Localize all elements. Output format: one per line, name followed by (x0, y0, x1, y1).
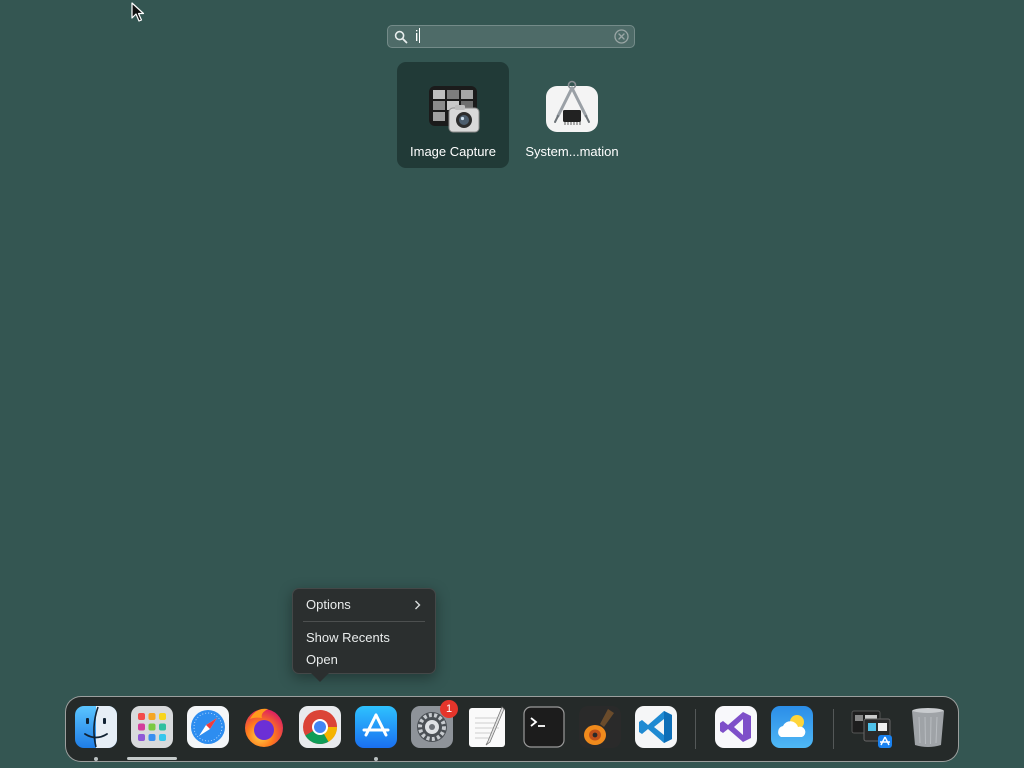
dock-vscode[interactable] (634, 705, 678, 749)
search-icon (394, 30, 408, 44)
terminal-icon (523, 706, 565, 748)
menu-item-open[interactable]: Open (306, 650, 425, 670)
garageband-guitar-icon (579, 706, 621, 748)
dock-launchpad[interactable] (130, 705, 174, 749)
safari-icon (187, 706, 229, 748)
dock-safari[interactable] (186, 705, 230, 749)
dock-garageband[interactable] (578, 705, 622, 749)
notification-badge: 1 (440, 700, 458, 718)
app-store-icon (355, 706, 397, 748)
running-indicator (374, 757, 378, 761)
dock-terminal[interactable] (522, 705, 566, 749)
dock-context-menu: Options Show Recents Open (292, 588, 436, 674)
launchpad-active-indicator (127, 757, 177, 760)
dock-divider (695, 709, 696, 749)
search-input[interactable]: i (415, 28, 421, 46)
running-indicator (94, 757, 98, 761)
menu-pointer (311, 673, 329, 682)
dock-textedit[interactable] (466, 705, 510, 749)
app-label: System...mation (525, 144, 619, 159)
downloads-folder-icon (851, 710, 892, 748)
app-tile-image-capture[interactable]: Image Capture (397, 62, 509, 168)
dock-app-store[interactable] (354, 705, 398, 749)
finder-icon (75, 706, 117, 748)
clear-search-icon[interactable] (614, 29, 629, 44)
menu-item-show-recents[interactable]: Show Recents (306, 628, 425, 648)
image-capture-icon (429, 86, 480, 133)
weather-icon (771, 706, 813, 748)
dock-finder[interactable] (74, 705, 118, 749)
launchpad-icon (131, 706, 173, 748)
system-information-icon (546, 80, 598, 132)
dock-trash[interactable] (906, 705, 950, 749)
textedit-icon (469, 706, 505, 747)
dock-weather[interactable] (770, 705, 814, 749)
chrome-icon (299, 706, 341, 748)
mouse-pointer-icon (131, 2, 145, 22)
dock: 1 (65, 696, 959, 762)
visual-studio-icon (715, 706, 757, 748)
app-label: Image Capture (410, 144, 496, 159)
trash-icon (912, 708, 944, 747)
app-tile-system-information[interactable]: System...mation (516, 62, 628, 168)
dock-chrome[interactable] (298, 705, 342, 749)
menu-item-options[interactable]: Options (306, 595, 425, 615)
firefox-icon (245, 708, 283, 747)
vscode-icon (635, 706, 677, 748)
dock-visual-studio[interactable] (714, 705, 758, 749)
dock-downloads-stack[interactable] (850, 705, 894, 749)
menu-divider (303, 621, 425, 622)
launchpad-search-field[interactable]: i (387, 25, 635, 48)
chevron-right-icon (415, 600, 421, 610)
dock-firefox[interactable] (242, 705, 286, 749)
dock-divider (833, 709, 834, 749)
